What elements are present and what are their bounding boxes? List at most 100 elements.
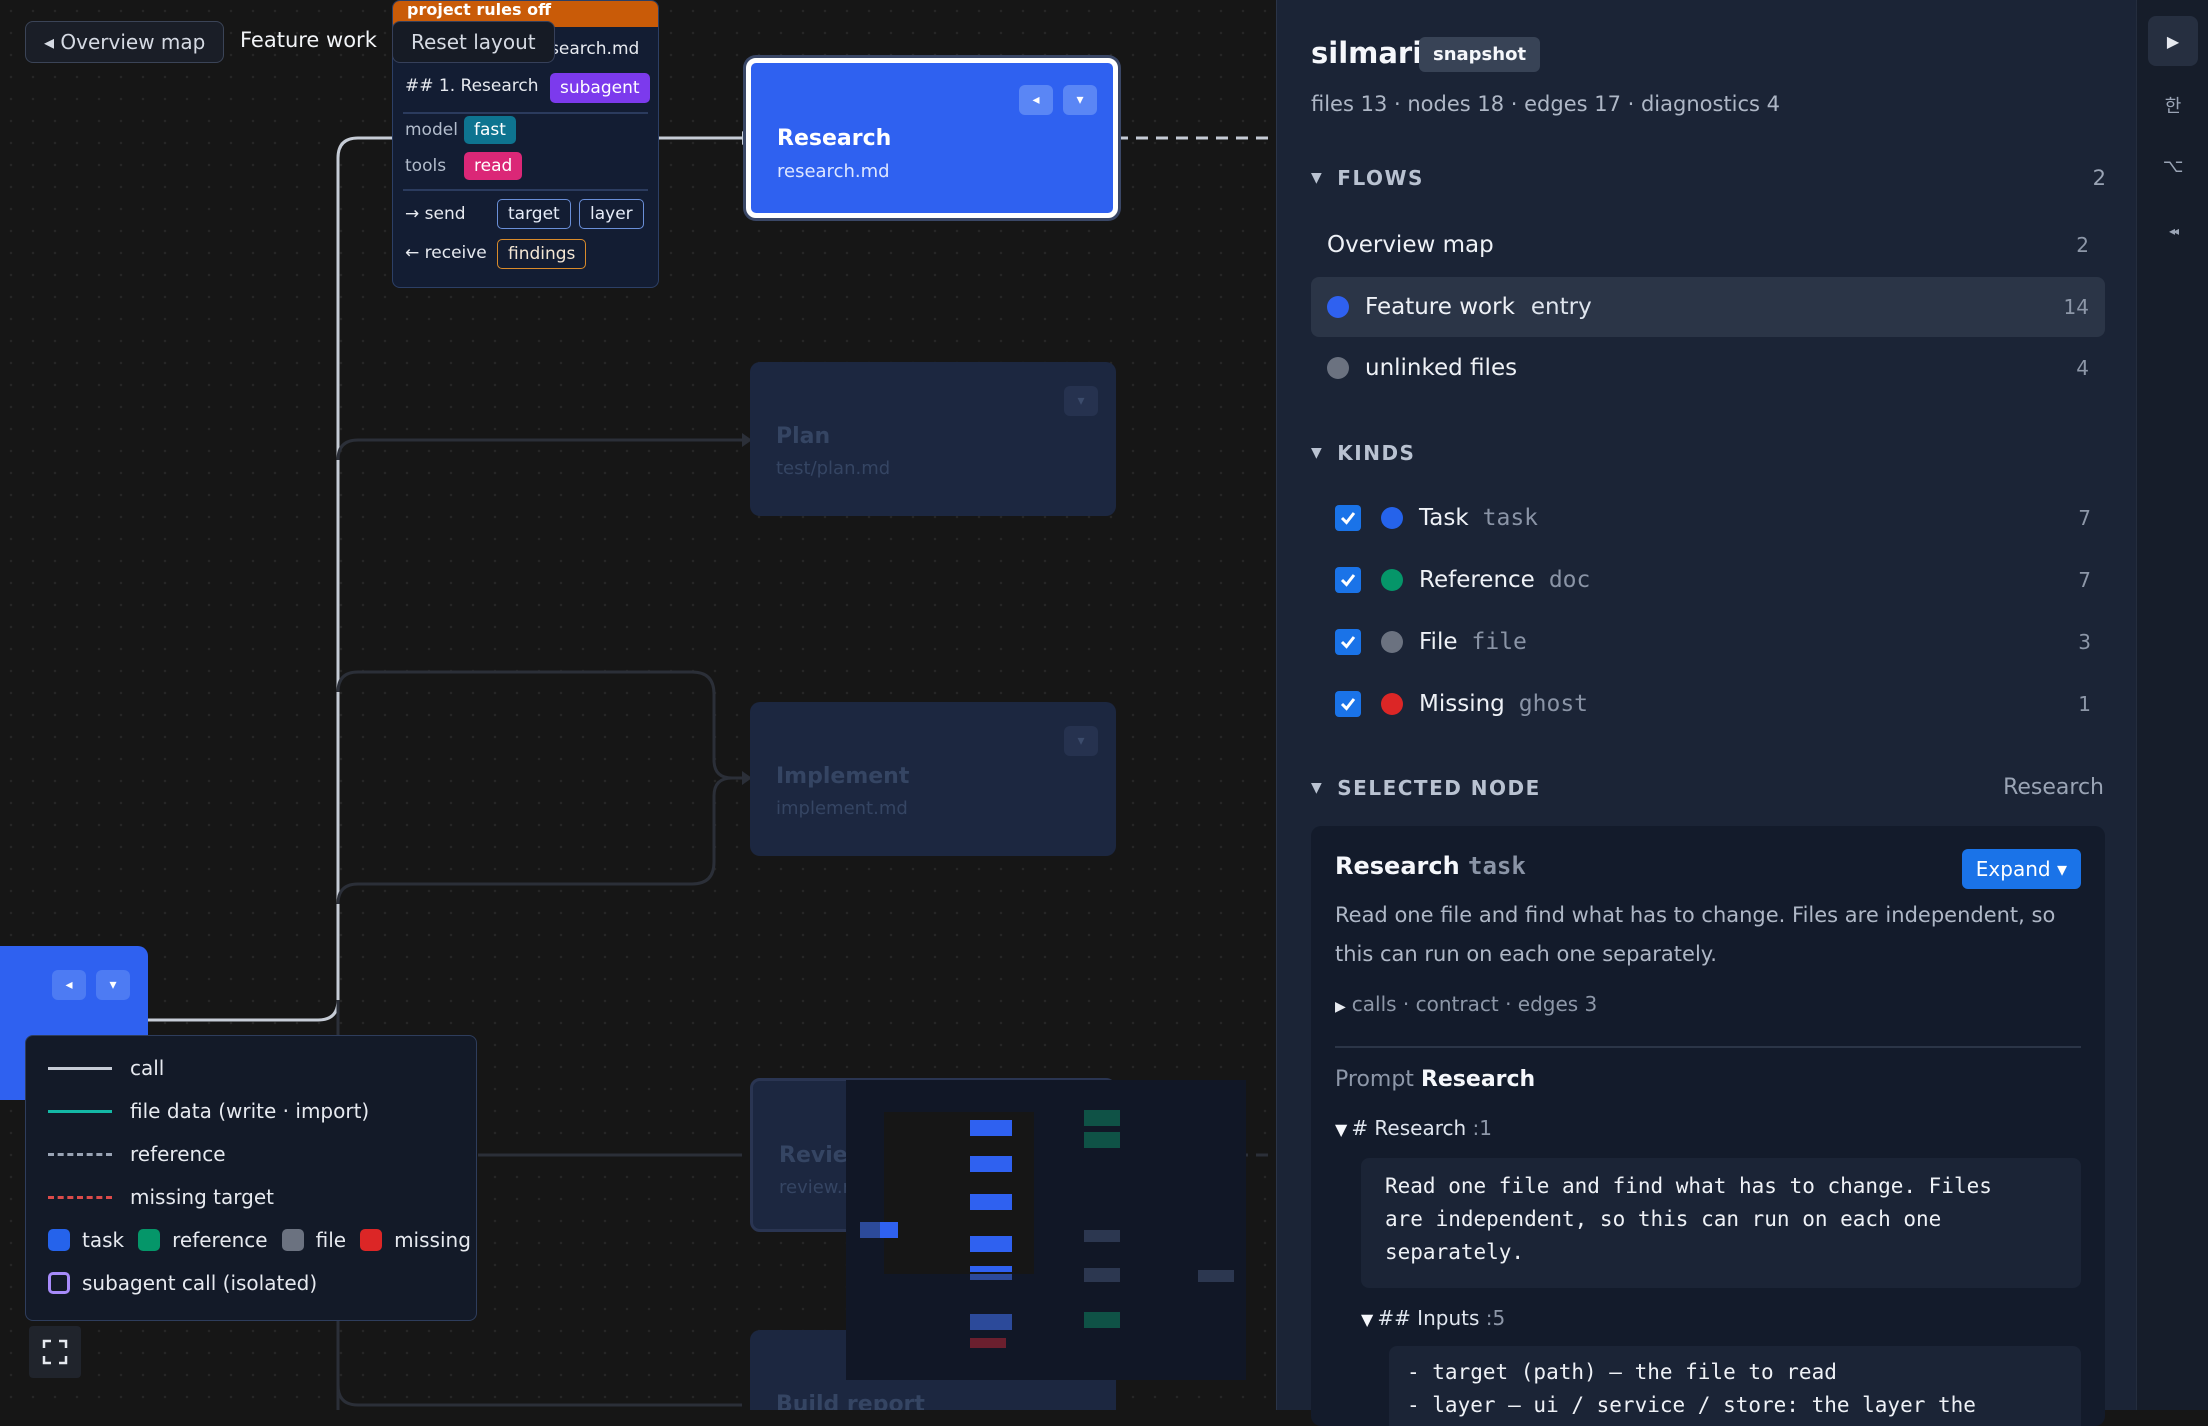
send-label: → send [405, 204, 466, 224]
flows-section-toggle[interactable]: ▼ FLOWS [1311, 166, 1424, 190]
breadcrumb-current: Feature work [240, 28, 377, 52]
entry-tag: entry [1530, 294, 1592, 320]
legend-subagent: subagent call (isolated) [48, 1271, 317, 1295]
node-title: Plan [776, 424, 831, 449]
send-tag-target: target [497, 199, 571, 229]
minimap[interactable] [846, 1080, 1246, 1380]
divider [403, 112, 648, 114]
edge-legend: call file data (write · import) referenc… [25, 1035, 477, 1321]
chevron-down-icon: ▼ [1311, 780, 1324, 796]
kind-row-task[interactable]: Task task 7 [1335, 498, 2105, 538]
node-file: test/plan.md [776, 458, 891, 479]
selected-node-card: Research task Expand ▾ Read one file and… [1311, 826, 2105, 1426]
task-swatch [48, 1229, 70, 1251]
kind-row-file[interactable]: File file 3 [1335, 622, 2105, 662]
chevron-down-icon[interactable]: ▾ [1064, 726, 1098, 756]
missing-dot-icon [1381, 693, 1403, 715]
legend-file-data: file data (write · import) [48, 1099, 369, 1123]
collapse-left-icon[interactable]: ◂ [1019, 85, 1053, 115]
edge-build [336, 1384, 742, 1407]
chevron-down-icon: ▼ [1311, 170, 1324, 186]
graph-canvas[interactable]: ◂ Overview map Feature work ◂ ▾ ◂ ▾ Rese… [0, 0, 1276, 1410]
checkbox[interactable] [1335, 691, 1361, 717]
flow-item-unlinked[interactable]: unlinked files 4 [1311, 338, 2105, 398]
file-swatch [281, 1229, 304, 1251]
reference-swatch [138, 1229, 161, 1251]
model-label: model [405, 120, 458, 140]
chevron-down-icon[interactable]: ▾ [1063, 85, 1097, 115]
research-node[interactable]: ◂ ▾ Research research.md [746, 58, 1118, 218]
popup-heading: ## 1. Research [405, 76, 539, 96]
node-description: Read one file and find what has to chang… [1335, 903, 2056, 966]
task-dot-icon [1381, 507, 1403, 529]
node-file: research.md [777, 161, 890, 182]
send-tag-layer: layer [579, 199, 644, 229]
language-toggle[interactable]: 한 [2137, 92, 2208, 118]
prompt-section-research[interactable]: ▼ # Research :1 [1335, 1116, 1492, 1140]
tools-label: tools [405, 156, 447, 176]
selected-section-toggle[interactable]: ▼ SELECTED NODE [1311, 776, 1541, 800]
subagent-swatch [48, 1272, 70, 1294]
node-detail-title: Research task [1335, 852, 1526, 880]
chevron-down-icon: ▼ [1311, 445, 1324, 461]
node-title: Build report [776, 1392, 925, 1410]
kind-row-reference[interactable]: Reference doc 7 [1335, 560, 2105, 600]
triangle-down-icon: ▼ [1361, 1310, 1374, 1329]
checkbox[interactable] [1335, 567, 1361, 593]
file-dot-icon [1381, 631, 1403, 653]
divider [1335, 1046, 2081, 1048]
snapshot-badge: snapshot [1419, 37, 1541, 72]
node-title: Research [777, 126, 892, 151]
kind-row-missing[interactable]: Missing ghost 1 [1335, 684, 2105, 724]
reset-layout-button[interactable]: Reset layout [392, 21, 555, 63]
checkbox[interactable] [1335, 629, 1361, 655]
prompt-heading: Prompt Research [1335, 1067, 1536, 1092]
chevron-right-icon: ▶ [1335, 999, 1346, 1015]
legend-missing-target: missing target [48, 1185, 274, 1209]
expand-button[interactable]: Expand ▾ [1961, 849, 2081, 889]
receive-label: ← receive [405, 243, 487, 263]
chevron-down-icon[interactable]: ▾ [96, 970, 130, 1000]
missing-swatch [360, 1229, 383, 1251]
fullscreen-button[interactable] [29, 1326, 81, 1378]
project-stats: files 13 · nodes 18 · edges 17 · diagnos… [1311, 92, 1781, 116]
checkbox[interactable] [1335, 505, 1361, 531]
flow-item-overview[interactable]: Overview map 2 [1311, 215, 2105, 275]
legend-reference: reference [48, 1142, 226, 1166]
edge-implement-a [336, 670, 742, 780]
shortcut-option-icon[interactable]: ⌥ [2137, 156, 2208, 177]
reference-dot-icon [1381, 569, 1403, 591]
receive-tag-findings: findings [497, 239, 587, 269]
minimap-graphic [860, 1110, 1234, 1348]
node-meta-toggle[interactable]: ▶ calls · contract · edges 3 [1335, 992, 1597, 1016]
edge-plan [336, 438, 742, 461]
flow-item-feature-work[interactable]: Feature work entry 14 [1311, 277, 2105, 337]
plan-node[interactable]: ▾ Plan test/plan.md [750, 362, 1116, 516]
legend-call: call [48, 1056, 164, 1080]
collapse-panel-icon[interactable]: ◂◂ [2137, 224, 2208, 238]
node-title: Implement [776, 764, 910, 789]
inspector-panel: silmari snapshot files 13 · nodes 18 · e… [1276, 0, 2136, 1426]
subagent-badge: subagent [550, 73, 650, 103]
prompt-code-inputs: - target (path) — the file to read - lay… [1389, 1346, 2081, 1426]
prompt-section-inputs[interactable]: ▼ ## Inputs :5 [1361, 1306, 1505, 1330]
entry-dot-icon [1327, 296, 1349, 318]
flows-count: 2 [2092, 166, 2106, 190]
collapse-left-icon[interactable]: ◂ [52, 970, 86, 1000]
project-title: silmari [1311, 36, 1423, 70]
panel-toggle-button[interactable]: ▶ [2148, 16, 2198, 66]
model-badge: fast [464, 116, 516, 144]
legend-kinds: task reference file missing [48, 1228, 471, 1252]
edge-implement-b [336, 776, 733, 905]
selected-node-name: Research [2003, 775, 2104, 800]
triangle-down-icon: ▼ [1335, 1120, 1348, 1139]
node-file: implement.md [776, 798, 908, 819]
kinds-section-toggle[interactable]: ▼ KINDS [1311, 441, 1415, 465]
divider [403, 189, 648, 191]
fullscreen-icon [42, 1339, 68, 1365]
implement-node[interactable]: ▾ Implement implement.md [750, 702, 1116, 856]
prompt-code-research: Read one file and find what has to chang… [1361, 1158, 2081, 1288]
chevron-down-icon[interactable]: ▾ [1064, 386, 1098, 416]
back-overview-button[interactable]: ◂ Overview map [25, 21, 225, 63]
file-dot-icon [1327, 357, 1349, 379]
